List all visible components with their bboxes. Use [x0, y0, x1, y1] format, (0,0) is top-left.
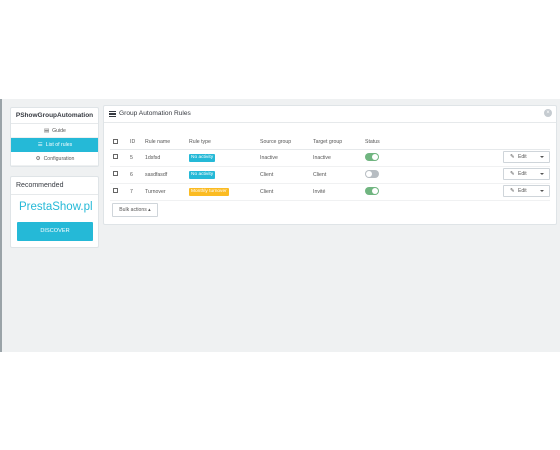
- cell-status: [365, 183, 492, 201]
- pencil-icon: ✎: [510, 153, 515, 160]
- cell-status: [365, 166, 492, 184]
- table-header-row: ID Rule name Rule type Source group Targ…: [110, 136, 550, 150]
- row-checkbox[interactable]: [113, 188, 118, 193]
- cell-rule-name: sasdfasdf: [145, 166, 189, 184]
- select-all-checkbox[interactable]: [113, 138, 118, 144]
- panel-title: Group Automation Rules: [119, 110, 191, 117]
- edit-button[interactable]: ✎ Edit: [503, 184, 550, 197]
- sidebar-item-list-of-rules[interactable]: ☰ List of rules: [11, 138, 98, 152]
- column-header-id[interactable]: ID: [130, 136, 145, 150]
- panel-header: Group Automation Rules ×: [104, 106, 556, 123]
- column-header-status[interactable]: Status: [365, 136, 492, 150]
- caret-down-icon[interactable]: [540, 155, 544, 158]
- status-toggle[interactable]: [365, 169, 379, 178]
- pencil-icon: ✎: [510, 170, 515, 177]
- rule-type-badge: Monthly turnover: [189, 187, 229, 196]
- recommended-panel: Recommended PrestaShow.pl DISCOVER: [10, 176, 99, 248]
- cell-rule-type: Monthly turnover: [189, 183, 260, 201]
- rule-type-badge: No activity: [189, 153, 216, 162]
- cell-id: 6: [130, 166, 145, 184]
- cell-rule-name: Turnover: [145, 183, 189, 201]
- table-row: 5 1dsfsd No activity Inactive Inactive ✎ Edit: [110, 149, 550, 167]
- column-header-rule-type[interactable]: Rule type: [189, 136, 260, 150]
- row-select-cell: [110, 183, 130, 201]
- cell-rule-type: No activity: [189, 166, 260, 184]
- recommended-title: Recommended: [11, 177, 98, 195]
- cell-actions: ✎ Edit: [492, 183, 550, 201]
- cell-target-group: Inactive: [313, 149, 365, 167]
- rules-panel: Group Automation Rules × ID Rule name Ru…: [103, 105, 557, 225]
- brand-link[interactable]: PrestaShow.pl: [11, 195, 98, 220]
- status-toggle[interactable]: [365, 186, 379, 195]
- cogs-icon: ⚙: [35, 156, 41, 162]
- sidebar-item-label: Guide: [52, 128, 66, 134]
- cell-source-group: Client: [260, 183, 313, 201]
- module-menu: PShowGroupAutomation ▤ Guide ☰ List of rule…: [10, 107, 99, 167]
- cell-actions: ✎ Edit: [492, 149, 550, 167]
- book-icon: ▤: [43, 128, 50, 134]
- edit-label: Edit: [518, 170, 527, 177]
- column-header-actions: [492, 136, 550, 150]
- cell-target-group: Client: [313, 166, 365, 184]
- column-header-target-group[interactable]: Target group: [313, 136, 365, 150]
- sidebar-item-configuration[interactable]: ⚙ Configuration: [11, 152, 98, 166]
- cell-source-group: Client: [260, 166, 313, 184]
- row-checkbox[interactable]: [113, 171, 118, 176]
- edit-button[interactable]: ✎ Edit: [503, 150, 550, 163]
- cell-target-group: Invité: [313, 183, 365, 201]
- toggle-knob: [372, 187, 378, 194]
- sidebar-item-guide[interactable]: ▤ Guide: [11, 124, 98, 138]
- cell-rule-name: 1dsfsd: [145, 149, 189, 167]
- rule-type-badge: No activity: [189, 170, 216, 179]
- column-header-rule-name[interactable]: Rule name: [145, 136, 189, 150]
- column-header-source-group[interactable]: Source group: [260, 136, 313, 150]
- close-icon[interactable]: ×: [544, 109, 552, 117]
- list-icon: ☰: [37, 142, 43, 148]
- row-checkbox[interactable]: [113, 154, 118, 159]
- sidebar-item-label: List of rules: [45, 142, 73, 148]
- sidebar-item-label: Configuration: [43, 156, 75, 162]
- list-icon: [109, 111, 116, 118]
- caret-down-icon[interactable]: [540, 189, 544, 192]
- bulk-actions-button[interactable]: Bulk actions ▴: [112, 203, 158, 217]
- cell-actions: ✎ Edit: [492, 166, 550, 184]
- module-title: PShowGroupAutomation: [11, 108, 98, 124]
- edit-button[interactable]: ✎ Edit: [503, 167, 550, 180]
- page-background: PShowGroupAutomation ▤ Guide ☰ List of rule…: [0, 99, 560, 352]
- discover-button[interactable]: DISCOVER: [17, 222, 93, 241]
- row-select-cell: [110, 149, 130, 167]
- table-row: 6 sasdfasdf No activity Client Client ✎ Edit: [110, 166, 550, 184]
- cell-id: 7: [130, 183, 145, 201]
- status-toggle[interactable]: [365, 152, 379, 161]
- toggle-knob: [372, 153, 378, 160]
- rules-table: ID Rule name Rule type Source group Targ…: [110, 136, 550, 201]
- pencil-icon: ✎: [510, 187, 515, 194]
- cell-rule-type: No activity: [189, 149, 260, 167]
- select-all-header[interactable]: [110, 136, 130, 150]
- edit-label: Edit: [518, 153, 527, 160]
- cell-status: [365, 149, 492, 167]
- toggle-knob: [366, 170, 372, 177]
- caret-down-icon[interactable]: [540, 172, 544, 175]
- table-row: 7 Turnover Monthly turnover Client Invité ✎ Ed…: [110, 183, 550, 201]
- cell-id: 5: [130, 149, 145, 167]
- edit-label: Edit: [518, 187, 527, 194]
- row-select-cell: [110, 166, 130, 184]
- cell-source-group: Inactive: [260, 149, 313, 167]
